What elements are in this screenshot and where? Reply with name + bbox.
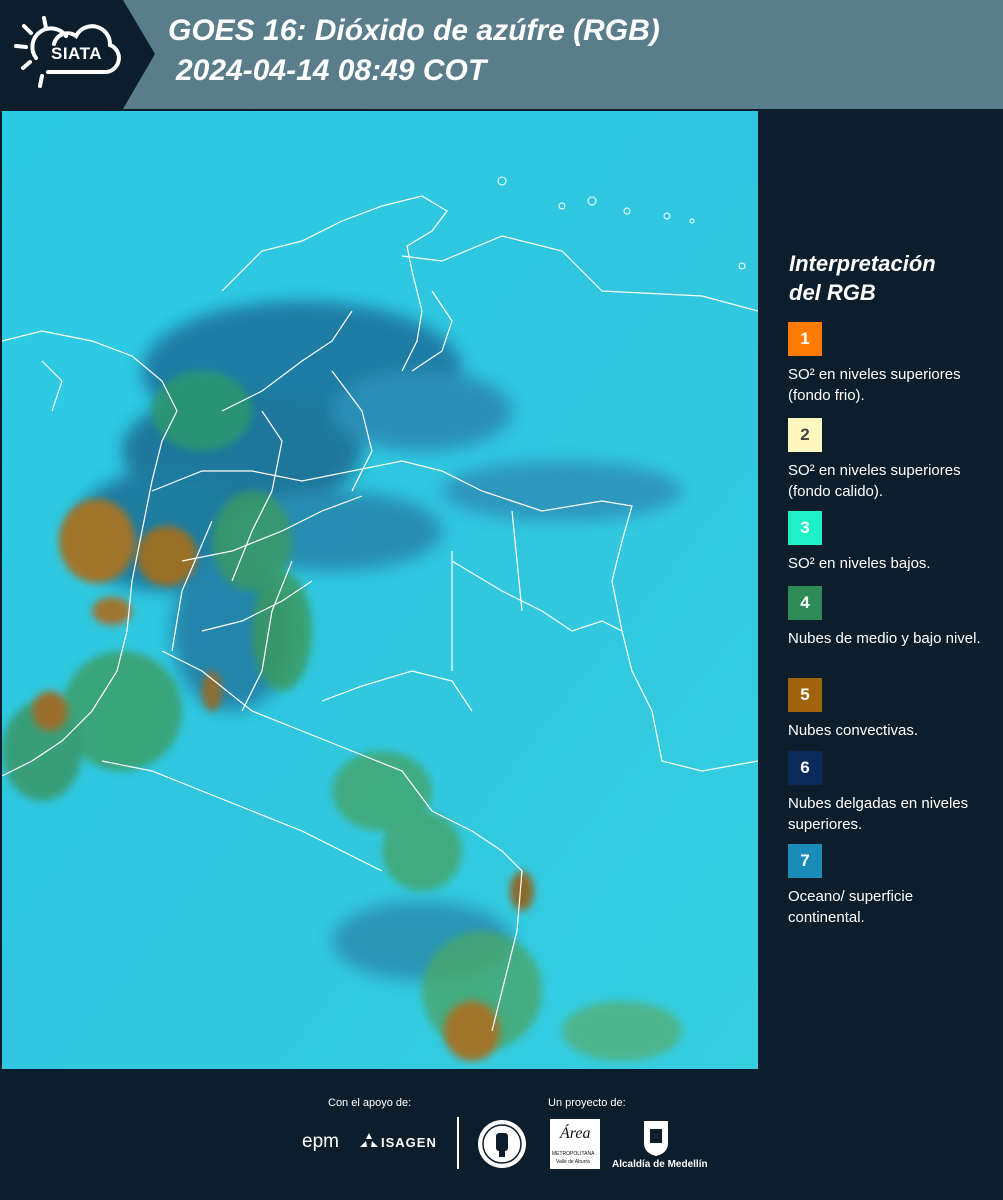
footer: Con el apoyo de: Un proyecto de: epm ISA… [0, 1069, 1003, 1200]
satellite-map [2, 111, 758, 1069]
legend-item-text: Nubes convectivas. [788, 722, 919, 739]
alcaldia-shield-icon [644, 1121, 668, 1156]
legend-swatch: 5 [788, 678, 822, 712]
support-label: Con el apoyo de: [328, 1097, 412, 1109]
legend-item-text: SO² en niveles bajos. [788, 555, 931, 572]
legend-item: 6 Nubes delgadas en niveles superiores. [788, 751, 988, 835]
epm-logo: epm [302, 1131, 339, 1152]
project-label: Un proyecto de: [548, 1097, 626, 1109]
legend-swatch: 6 [788, 751, 822, 785]
legend-title: Interpretación del RGB [789, 249, 989, 307]
page-title: GOES 16: Dióxido de azúfre (RGB) [168, 14, 660, 47]
legend-item: 7 Oceano/ superficie continental. [788, 844, 988, 928]
legend-item: 4 Nubes de medio y bajo nivel. [788, 586, 988, 649]
legend-item-text: Nubes de medio y bajo nivel. [788, 630, 981, 647]
area-logo-sub2: Valle de Aburrá [556, 1159, 590, 1165]
header-bar: SIATA GOES 16: Dióxido de azúfre (RGB) 2… [0, 0, 1003, 109]
legend-swatch: 1 [788, 322, 822, 356]
page-timestamp: 2024-04-14 08:49 COT [176, 54, 487, 87]
legend-item-text: Oceano/ superficie continental. [788, 888, 914, 926]
legend-swatch: 3 [788, 511, 822, 545]
legend-title-line2: del RGB [789, 280, 876, 305]
legend-item-text: SO² en niveles superiores (fondo calido)… [788, 462, 961, 500]
legend-item-text: SO² en niveles superiores (fondo frio). [788, 366, 961, 404]
legend-swatch: 7 [788, 844, 822, 878]
footer-divider [457, 1117, 459, 1169]
legend-title-line1: Interpretación [789, 251, 936, 276]
area-logo-name: Área [560, 1125, 591, 1142]
legend-panel: Interpretación del RGB 1 SO² en niveles s… [760, 111, 1003, 1069]
alcaldia-logo: Alcaldía de Medellín [612, 1159, 708, 1170]
legend-item: 5 Nubes convectivas. [788, 678, 988, 741]
siata-seal-icon [478, 1120, 526, 1168]
satellite-image [2, 111, 758, 1069]
legend-item: 1 SO² en niveles superiores (fondo frio). [788, 322, 988, 406]
legend-item: 2 SO² en niveles superiores (fondo calido… [788, 418, 988, 502]
area-metropolitana-logo: Área METROPOLITANA Valle de Aburrá [550, 1119, 600, 1169]
legend-item: 3 SO² en niveles bajos. [788, 511, 988, 574]
legend-swatch: 2 [788, 418, 822, 452]
logo-text: SIATA [51, 44, 102, 63]
isagen-logo: ISAGEN [381, 1135, 437, 1150]
legend-swatch: 4 [788, 586, 822, 620]
logo-panel: SIATA [0, 0, 155, 109]
area-logo-sub: METROPOLITANA [552, 1151, 595, 1157]
isagen-logo-icon [360, 1133, 378, 1147]
legend-item-text: Nubes delgadas en niveles superiores. [788, 795, 969, 833]
